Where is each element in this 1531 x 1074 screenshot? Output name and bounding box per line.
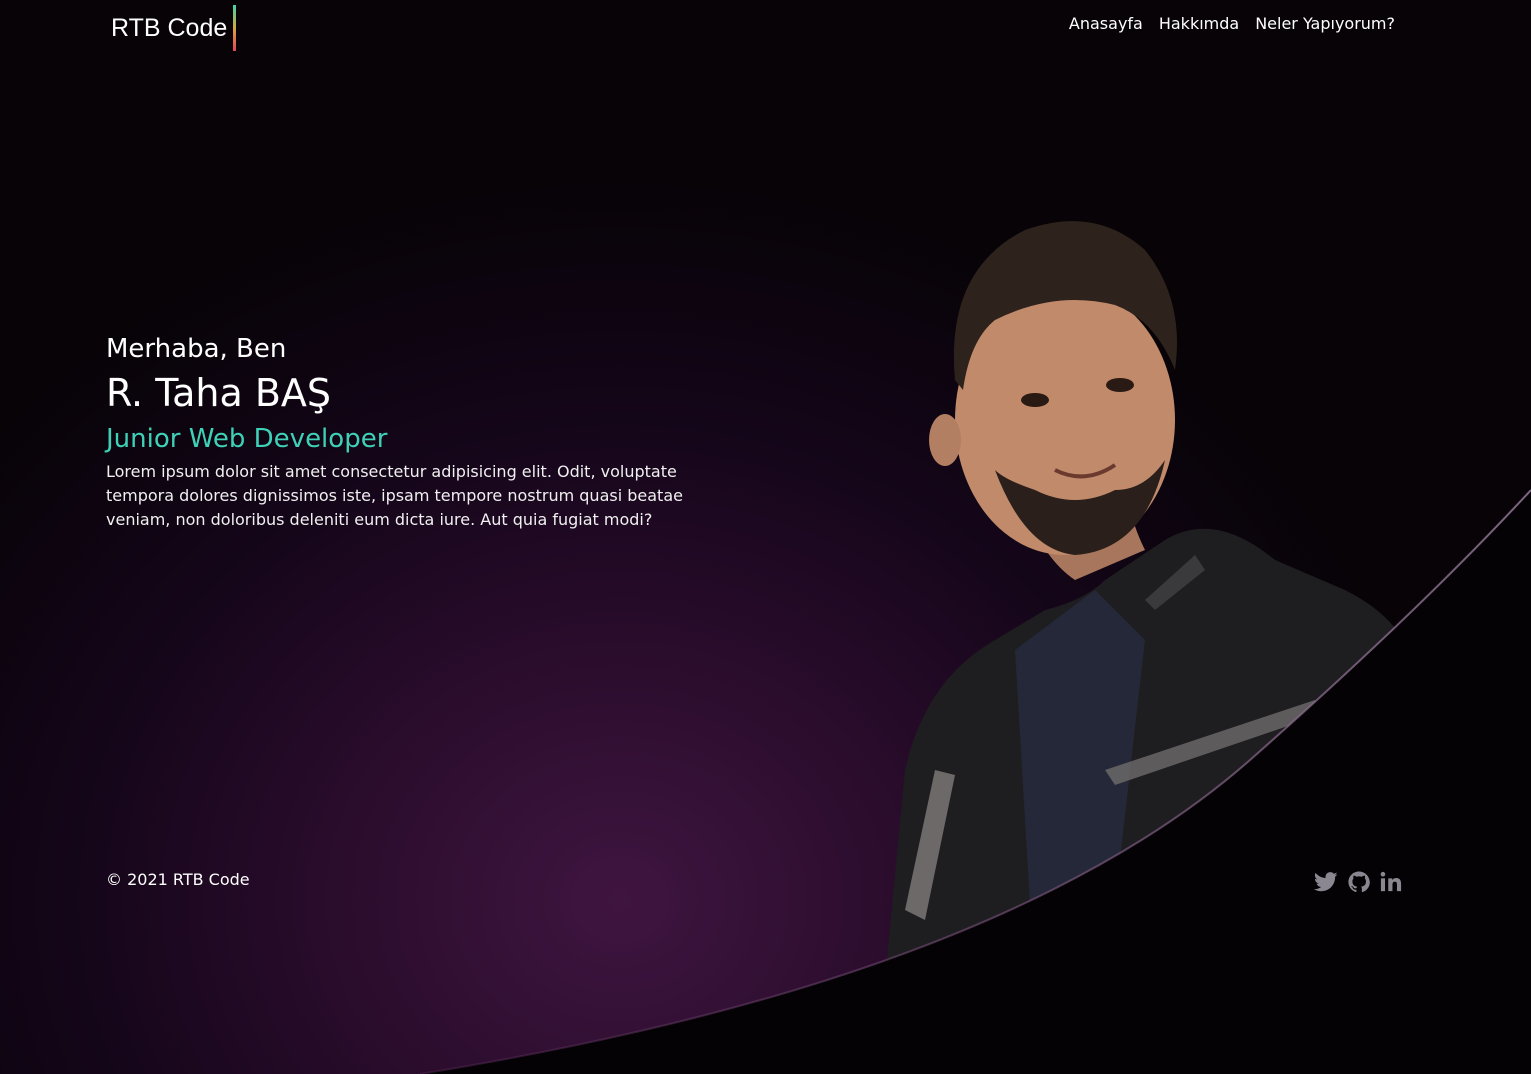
hero-role: Junior Web Developer (106, 424, 388, 454)
nav-link-home[interactable]: Anasayfa (1069, 14, 1143, 33)
hero-section: Merhaba, Ben R. Taha BAŞ Junior Web Deve… (106, 330, 706, 532)
brand-name: RTB Code (111, 13, 228, 42)
nav-link-services[interactable]: Neler Yapıyorum? (1255, 14, 1395, 33)
hero-description: Lorem ipsum dolor sit amet consectetur a… (106, 462, 683, 529)
footer-copyright: © 2021 RTB Code (106, 870, 250, 889)
main-nav: Anasayfa Hakkımda Neler Yapıyorum? (1069, 14, 1395, 33)
github-icon[interactable] (1348, 871, 1370, 897)
twitter-icon[interactable] (1313, 871, 1338, 897)
social-links (1313, 871, 1402, 897)
hero-name: R. Taha BAŞ (106, 371, 332, 415)
hero-greeting: Merhaba, Ben (106, 334, 287, 364)
brand-accent-bar (233, 5, 237, 51)
linkedin-icon[interactable] (1380, 871, 1402, 897)
brand-logo[interactable]: RTB Code (111, 5, 237, 51)
nav-link-about[interactable]: Hakkımda (1159, 14, 1239, 33)
